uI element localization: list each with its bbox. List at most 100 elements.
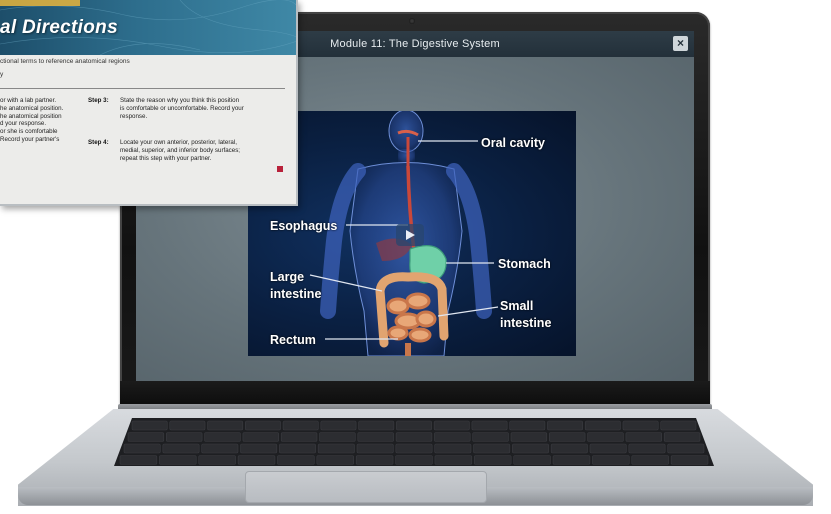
label-oral-cavity: Oral cavity [481,136,545,150]
keyboard-key [280,432,318,442]
keyboard-key [201,443,239,454]
keyboard-key [471,420,508,431]
left-line: he anatomical position. [0,104,64,112]
keyboard-key [319,432,356,442]
manual-banner: al Directions [0,0,296,55]
laptop-keyboard [114,418,714,466]
keyboard-key [207,420,244,431]
keyboard-key [169,420,206,431]
step4-line: repeat this step with your partner. [120,154,212,162]
step3-line: is comfortable or uncomfortable. Record … [120,104,244,112]
keyboard-key [547,420,583,431]
manual-intro: ctional terms to reference anatomical re… [0,58,130,79]
keyboard-key [320,420,357,431]
keyboard-key [550,443,588,454]
keyboard-key [512,443,549,454]
label-small-intestine-line2: intestine [500,316,552,330]
left-line: he anatomical position [0,112,62,120]
keyboard-key [625,432,662,442]
label-esophagus: Esophagus [270,219,338,233]
keyboard-key [472,432,509,442]
step4-line: medial, superior, and inferior body surf… [120,146,241,154]
keyboard-key [358,420,395,431]
label-stomach: Stomach [498,257,551,271]
keyboard-key [240,443,278,454]
left-line: or with a lab partner. [0,97,57,104]
keyboard-key [204,432,241,442]
step3-text: State the reason why you think this posi… [120,97,288,120]
keyboard-key [237,455,276,465]
intro-line-1: ctional terms to reference anatomical re… [0,58,130,65]
keyboard-key [513,455,551,465]
keyboard-key [159,455,197,465]
step4-line: Locate your own anterior, posterior, lat… [120,139,237,146]
keyboard-key [317,443,355,454]
end-of-step-marker [277,166,283,172]
keyboard-key [395,443,433,454]
keyboard-key [592,455,630,465]
keyboard-key [473,455,512,465]
keyboard-key [277,455,315,465]
banner-title: al Directions [0,17,118,38]
keyboard-key [396,420,432,431]
keyboard-key [198,455,236,465]
label-large-intestine-line2: intestine [270,287,322,301]
module-title: Module 11: The Digestive System [330,38,500,50]
keyboard-key [631,455,669,465]
keyboard-key [552,455,591,465]
manual-left-column: or with a lab partner. he anatomical pos… [0,97,80,144]
keyboard-key [357,432,394,442]
label-small-intestine-line1: Small [500,299,534,313]
keyboard-key [587,432,624,442]
keyboard-keys [119,420,709,465]
keyboard-key [119,455,158,465]
close-button[interactable]: × [673,36,688,51]
label-rectum: Rectum [270,333,316,347]
keyboard-key [663,432,701,442]
keyboard-key [242,432,279,442]
step4-label: Step 4: [88,139,109,146]
keyboard-key [584,420,621,431]
keyboard-key [165,432,203,442]
trackpad[interactable] [245,471,487,503]
keyboard-key [433,420,470,431]
label-large-intestine-line1: Large [270,270,305,284]
keyboard-key [127,432,165,442]
left-line: or she is comfortable [0,128,58,136]
manual-divider [0,88,285,89]
keyboard-key [123,443,161,454]
keyboard-key [670,455,709,465]
play-button[interactable] [396,224,424,246]
keyboard-key [395,455,433,465]
keyboard-key [510,432,548,442]
keyboard-key [473,443,511,454]
step3-label: Step 3: [88,97,109,104]
lab-manual-page: al Directions ctional terms to reference… [0,0,298,206]
keyboard-key [509,420,546,431]
webcam-icon [409,18,415,24]
keyboard-key [395,432,433,442]
keyboard-key [316,455,354,465]
keyboard-key [434,432,471,442]
step3-line: State the reason why you think this posi… [120,97,240,104]
keyboard-key [282,420,319,431]
keyboard-key [548,432,586,442]
keyboard-key [660,420,697,431]
left-line: Record your partner's [0,135,60,143]
keyboard-key [279,443,316,454]
keyboard-key [245,420,281,431]
intro-line-2: y [0,71,4,78]
step4-text: Locate your own anterior, posterior, lat… [120,139,288,162]
keyboard-key [434,455,473,465]
keyboard-key [131,420,168,431]
left-line: d your response. [0,120,47,128]
step3-line: response. [120,112,148,120]
keyboard-key [628,443,666,454]
keyboard-key [355,455,394,465]
keyboard-key [356,443,394,454]
keyboard-key [434,443,472,454]
keyboard-key [162,443,200,454]
play-icon [406,230,415,240]
keyboard-key [589,443,627,454]
keyboard-key [667,443,705,454]
